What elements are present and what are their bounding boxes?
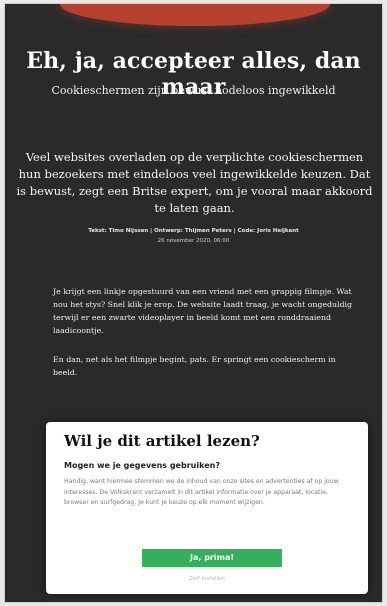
- consent-body-text: Handig, want hiermee stemmen we de inhou…: [64, 478, 339, 506]
- article-date: 26 november 2020, 06:00: [157, 238, 230, 244]
- article-page: Eh, ja, accepteer alles, dan maar Cookie…: [4, 3, 383, 603]
- article-subheadline: Cookieschermen zijn bewust nodeloos inge…: [51, 84, 336, 97]
- article-intro: Veel websites overladen op de verplichte…: [16, 150, 373, 215]
- manage-settings-link[interactable]: Zelf instellen: [46, 576, 368, 582]
- article-paragraph: En dan, net als het filmpje begint, pats…: [53, 355, 336, 377]
- hero-illustration: [60, 4, 330, 26]
- article-paragraph: Je krijgt een linkje opgestuurd van een …: [53, 287, 352, 335]
- cookie-consent-dialog: Wil je dit artikel lezen? Mogen we je ge…: [46, 422, 368, 594]
- consent-subtitle: Mogen we je gegevens gebruiken?: [64, 461, 220, 470]
- accept-all-button[interactable]: Ja, prima!: [142, 549, 282, 567]
- article-credits: Tekst: Timo Nijssen | Ontwerp: Thijmen P…: [88, 228, 299, 234]
- consent-title: Wil je dit artikel lezen?: [64, 432, 260, 450]
